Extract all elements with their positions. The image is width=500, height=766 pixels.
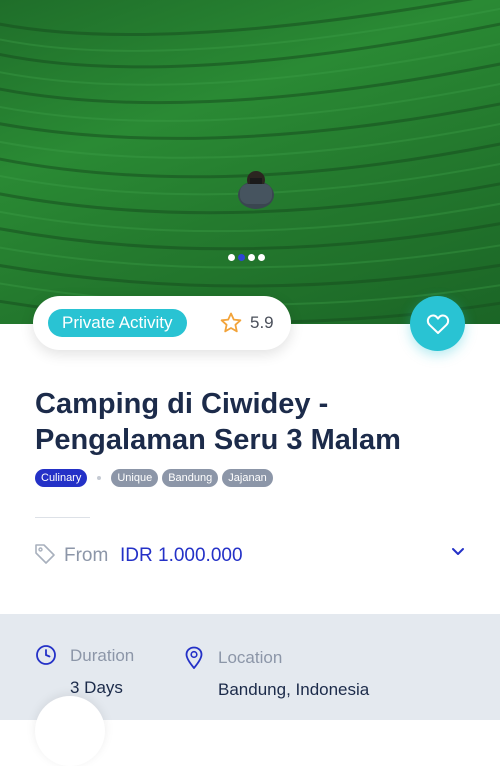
carousel-dot[interactable]: [248, 254, 255, 261]
price-from-label: From: [64, 545, 109, 566]
clock-icon: [36, 645, 56, 665]
listing-title-line1: Camping di Ciwidey -: [35, 388, 329, 420]
price-tag-icon: [35, 544, 55, 564]
tag-jajanan[interactable]: Jajanan: [222, 469, 273, 487]
chevron-down-icon[interactable]: [451, 547, 465, 557]
price-row[interactable]: From IDR 1.000.000: [33, 541, 465, 569]
tag-bandung[interactable]: Bandung: [162, 469, 219, 487]
tag-list: Culinary Unique Bandung Jajanan: [35, 469, 273, 487]
tea-plantation-photo: [0, 0, 500, 324]
price-value: IDR 1.000.000: [120, 545, 243, 566]
duration-label: Duration: [70, 646, 135, 665]
listing-title-line2: Pengalaman Seru 3 Malam: [35, 424, 401, 456]
carousel-dots[interactable]: [228, 254, 265, 261]
listing-title: Camping di Ciwidey - Pengalaman Seru 3 M…: [35, 386, 465, 458]
activity-rating-pill: Private Activity 5.9: [33, 296, 291, 350]
floating-action-button[interactable]: [35, 696, 105, 766]
favorite-button[interactable]: [410, 296, 465, 351]
tag-culinary[interactable]: Culinary: [35, 469, 88, 487]
location-value: Bandung, Indonesia: [218, 680, 370, 699]
divider: [35, 517, 90, 518]
star-outline-icon: [220, 312, 242, 333]
rating-value: 5.9: [250, 313, 274, 332]
tag-unique[interactable]: Unique: [111, 469, 159, 487]
location-pin-icon: [185, 646, 203, 669]
carousel-dot-active[interactable]: [238, 254, 245, 261]
duration-value: 3 Days: [70, 678, 123, 697]
carousel-dot[interactable]: [228, 254, 235, 261]
heart-outline-icon: [426, 313, 449, 334]
tag-separator: [97, 476, 102, 480]
carousel-dot[interactable]: [258, 254, 265, 261]
hero-image[interactable]: [0, 0, 500, 324]
location-label: Location: [218, 648, 283, 667]
activity-type-badge: Private Activity: [48, 309, 187, 337]
